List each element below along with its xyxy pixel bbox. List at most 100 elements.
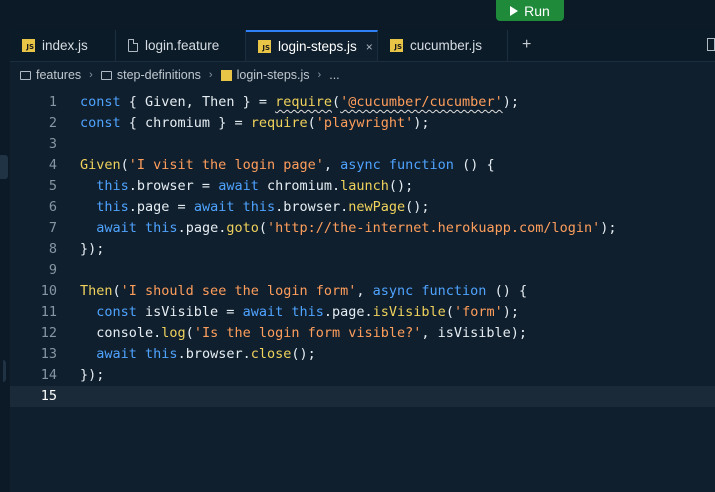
tab-cucumber-js[interactable]: JS cucumber.js — [378, 30, 508, 61]
code-token: this — [145, 346, 178, 362]
code-token: await — [193, 199, 235, 215]
line-number: 4 — [48, 157, 57, 173]
code-line[interactable]: 10 Then('I should see the login form', as… — [10, 281, 715, 302]
code-token: .browser. — [177, 346, 251, 362]
code-line[interactable]: 9 — [10, 260, 715, 281]
new-tab-plus-icon[interactable]: + — [522, 36, 531, 54]
code-token: ( — [185, 325, 194, 341]
code-line[interactable]: 8}); — [10, 239, 715, 260]
code-token: close — [250, 346, 292, 362]
tab-label: cucumber.js — [410, 38, 483, 53]
code-line[interactable]: 5 this.browser = await chromium.launch()… — [10, 176, 715, 197]
code-token: () { — [453, 157, 495, 173]
code-token: 'http://the-internet.herokuapp.com/login… — [267, 220, 601, 236]
js-file-icon: JS — [258, 40, 271, 53]
code-token: require — [250, 115, 308, 131]
breadcrumb-item-file[interactable]: login-steps.js — [237, 68, 310, 82]
code-text: Given('I visit the login page', async fu… — [80, 155, 495, 176]
line-number: 6 — [48, 199, 57, 215]
breadcrumb-item-step-definitions[interactable]: step-definitions — [117, 68, 201, 82]
chevron-right-icon: › — [89, 69, 93, 81]
code-text: const { Given, Then } = require('@cucumb… — [80, 92, 519, 113]
chevron-right-icon: › — [317, 69, 322, 81]
top-toolbar: Run — [0, 0, 715, 30]
scroll-indicator — [3, 360, 6, 382]
line-number: 7 — [48, 220, 57, 236]
breadcrumb-item-features[interactable]: features — [36, 68, 81, 82]
code-token: function — [421, 283, 487, 299]
code-token: const — [80, 115, 121, 131]
run-button-label: Run — [524, 2, 550, 19]
code-token: ); — [600, 220, 617, 236]
code-token: isVisible = — [136, 304, 243, 320]
code-line[interactable]: 15 — [10, 386, 715, 407]
code-token: } = — [234, 94, 276, 110]
code-line[interactable]: 4 Given('I visit the login page', async f… — [10, 155, 715, 176]
js-file-icon: JS — [22, 39, 35, 52]
code-token: newPage — [348, 199, 406, 215]
code-token: function — [388, 157, 454, 173]
code-token: const — [96, 304, 137, 320]
tab-login-steps-js[interactable]: JS login-steps.js × — [246, 30, 378, 61]
run-button[interactable]: Run — [496, 0, 564, 21]
code-token: , — [323, 157, 341, 173]
line-number: 13 — [40, 346, 57, 362]
line-number: 2 — [48, 115, 57, 131]
play-icon — [510, 5, 519, 16]
code-token: this — [291, 304, 324, 320]
code-token: Then — [80, 283, 113, 299]
breadcrumb-ellipsis[interactable]: ... — [329, 68, 339, 82]
tab-label: login.feature — [145, 38, 220, 53]
code-text: await this.browser.close(); — [80, 344, 316, 365]
code-token: require — [275, 94, 332, 110]
code-token: .page. — [323, 304, 373, 320]
code-token: } = — [210, 115, 251, 131]
code-line[interactable]: 3 — [10, 134, 715, 155]
code-line[interactable]: 11 const isVisible = await this.page.isV… — [10, 302, 715, 323]
code-token: log — [161, 325, 186, 341]
code-token: chromium — [145, 115, 211, 131]
code-token: }); — [80, 367, 105, 383]
close-icon[interactable]: × — [366, 40, 373, 54]
code-line[interactable]: 2 const { chromium } = require('playwrigh… — [10, 113, 715, 134]
code-text: Then('I should see the login form', asyn… — [80, 281, 527, 302]
code-token: launch — [340, 178, 389, 194]
folder-icon — [20, 70, 31, 80]
code-line[interactable]: 12 console.log('Is the login form visibl… — [10, 323, 715, 344]
tab-login-feature[interactable]: login.feature — [116, 30, 246, 61]
code-text: const isVisible = await this.page.isVisi… — [80, 302, 519, 323]
split-editor-icon[interactable] — [707, 38, 715, 51]
code-token: .browser = — [128, 178, 219, 194]
code-token: ( — [258, 220, 267, 236]
code-text: console.log('Is the login form visible?'… — [80, 323, 527, 344]
code-token: 'I should see the login form' — [120, 283, 357, 299]
code-token: (); — [405, 199, 430, 215]
folder-icon — [100, 70, 112, 80]
code-token: await — [242, 304, 284, 320]
code-token: '@cucumber/cucumber' — [340, 94, 503, 110]
code-text: await this.page.goto('http://the-interne… — [80, 218, 617, 239]
tab-index-js[interactable]: JS index.js — [10, 30, 116, 61]
code-editor[interactable]: 1 const { Given, Then } = require('@cucum… — [10, 92, 715, 492]
code-token: (); — [291, 346, 316, 362]
code-line[interactable]: 7 await this.page.goto('http://the-inter… — [10, 218, 715, 239]
code-token: , isVisible); — [421, 325, 528, 341]
code-token: ( — [112, 283, 121, 299]
code-token: Then — [201, 94, 235, 110]
code-token: chromium. — [258, 178, 341, 194]
code-token: 'playwright' — [315, 115, 414, 131]
line-number: 3 — [48, 136, 57, 152]
code-token: , — [185, 94, 202, 110]
code-line[interactable]: 1 const { Given, Then } = require('@cucum… — [10, 92, 715, 113]
code-token: this — [145, 220, 178, 236]
chevron-right-icon: › — [208, 69, 213, 81]
code-token: { — [120, 115, 146, 131]
line-number: 11 — [40, 304, 57, 320]
code-line[interactable]: 14}); — [10, 365, 715, 386]
code-line[interactable]: 6 this.page = await this.browser.newPage… — [10, 197, 715, 218]
code-line[interactable]: 13 await this.browser.close(); — [10, 344, 715, 365]
